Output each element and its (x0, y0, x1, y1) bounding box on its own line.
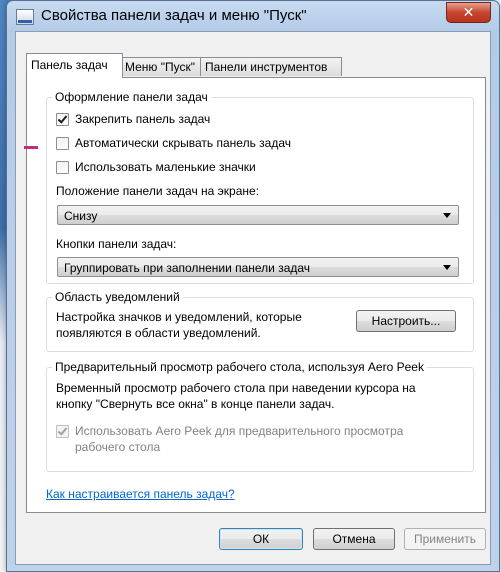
dialog-client-area: Панель задач Меню "Пуск" Панели инструме… (15, 31, 491, 565)
tab-start-menu[interactable]: Меню "Пуск" (120, 57, 203, 76)
title-bar[interactable]: Свойства панели задач и меню "Пуск" ✕ (7, 1, 499, 31)
help-link[interactable]: Как настраивается панель задач? (46, 487, 235, 501)
close-button[interactable]: ✕ (446, 2, 491, 23)
taskbar-properties-dialog: Свойства панели задач и меню "Пуск" ✕ Па… (6, 0, 500, 572)
chevron-down-icon (443, 213, 451, 218)
aero-peek-label-line1: Использовать Aero Peek для предварительн… (75, 424, 404, 438)
auto-hide-label: Автоматически скрывать панель задач (75, 136, 292, 150)
taskbar-position-value: Снизу (64, 209, 98, 223)
notification-area-group: Область уведомлений Настройка значков и … (46, 290, 474, 352)
aero-peek-legend: Предварительный просмотр рабочего стола,… (55, 360, 424, 374)
window-title: Свойства панели задач и меню "Пуск" (41, 7, 307, 24)
notification-text-line2: появляются в области уведомлений. (56, 326, 261, 340)
cancel-button[interactable]: Отмена (313, 528, 395, 550)
small-icons-label: Использовать маленькие значки (75, 160, 256, 174)
auto-hide-checkbox[interactable] (56, 136, 69, 150)
appearance-legend: Оформление панели задач (55, 90, 208, 104)
apply-button[interactable]: Применить (404, 528, 486, 550)
small-icons-checkbox[interactable] (56, 160, 69, 174)
aero-peek-text-line1: Временный просмотр рабочего стола при на… (56, 381, 416, 395)
aero-peek-checkbox[interactable] (56, 425, 69, 438)
aero-peek-group: Предварительный просмотр рабочего стола,… (46, 360, 474, 472)
chevron-down-icon (443, 265, 451, 270)
tab-taskbar[interactable]: Панель задач (26, 53, 123, 78)
ok-button[interactable]: ОК (219, 528, 303, 550)
small-icons-option[interactable]: Использовать маленькие значки (56, 159, 256, 175)
annotation-marker (24, 146, 38, 149)
aero-peek-text-line2: кнопку "Свернуть все окна" в конце панел… (56, 397, 335, 411)
window-icon (16, 9, 34, 25)
aero-peek-label: Использовать Aero Peek для предварительн… (75, 423, 403, 455)
notification-text-line1: Настройка значков и уведомлений, которые (56, 310, 302, 324)
aero-peek-label-line2: рабочего стола (75, 440, 161, 454)
lock-taskbar-checkbox[interactable] (56, 112, 69, 126)
lock-taskbar-label: Закрепить панель задач (75, 112, 211, 126)
taskbar-buttons-select[interactable]: Группировать при заполнении панели задач (57, 257, 459, 277)
buttons-label: Кнопки панели задач: (56, 237, 177, 251)
aero-peek-option[interactable]: Использовать Aero Peek для предварительн… (56, 423, 403, 457)
auto-hide-option[interactable]: Автоматически скрывать панель задач (56, 135, 291, 151)
taskbar-appearance-group: Оформление панели задач Закрепить панель… (46, 90, 474, 284)
lock-taskbar-option[interactable]: Закрепить панель задач (56, 111, 210, 127)
taskbar-position-select[interactable]: Снизу (57, 205, 459, 225)
taskbar-tab-panel: Оформление панели задач Закрепить панель… (26, 77, 486, 513)
notification-legend: Область уведомлений (55, 290, 180, 304)
customize-button[interactable]: Настроить... (356, 310, 456, 332)
position-label: Положение панели задач на экране: (56, 184, 260, 198)
taskbar-buttons-value: Группировать при заполнении панели задач (64, 261, 311, 275)
tab-toolbars[interactable]: Панели инструментов (200, 57, 342, 76)
